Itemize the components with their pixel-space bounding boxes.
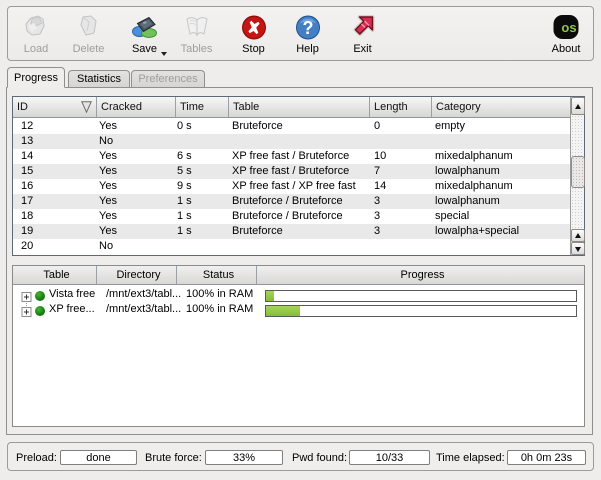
svg-text:os: os [561, 20, 576, 35]
svg-text:?: ? [302, 18, 313, 38]
